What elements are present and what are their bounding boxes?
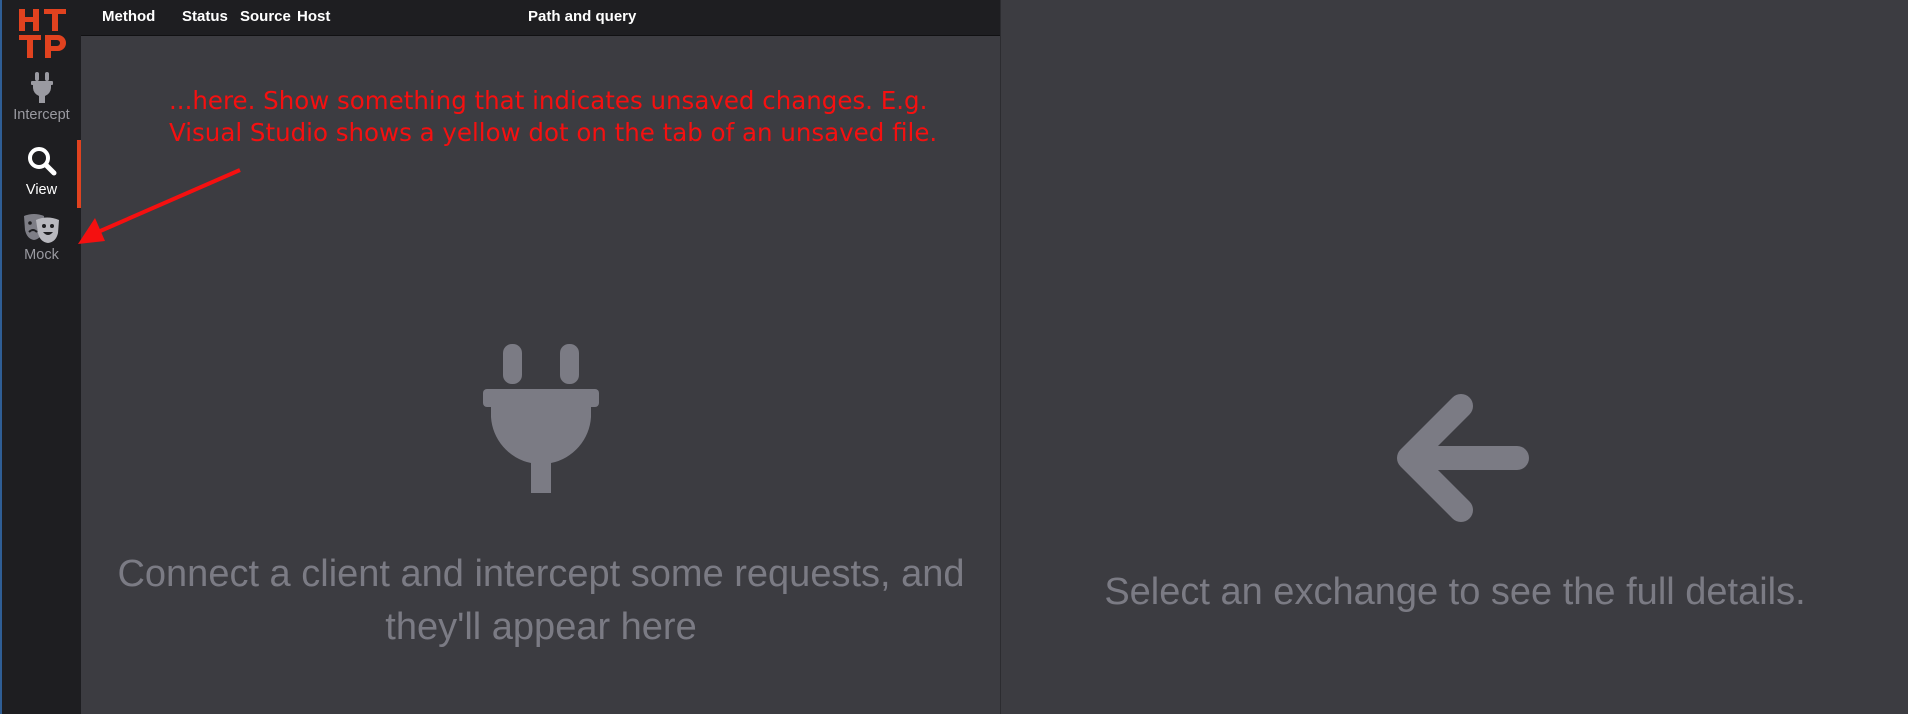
exchange-details-pane: Select an exchange to see the full detai…	[1000, 0, 1908, 714]
column-header-path[interactable]: Path and query	[528, 8, 636, 25]
app-window: Intercept View Mock Method Status Source…	[0, 0, 1908, 714]
empty-details-message: Select an exchange to see the full detai…	[1104, 571, 1806, 613]
sidebar: Intercept View Mock	[0, 0, 81, 714]
arrow-left-icon	[1397, 394, 1529, 522]
app-logo	[19, 9, 66, 58]
plug-icon	[30, 72, 53, 103]
annotation-line: Visual Studio shows a yellow dot on the …	[169, 118, 938, 147]
plug-icon	[483, 344, 599, 493]
empty-list-message: Connect a client and intercept some requ…	[117, 553, 965, 648]
search-icon	[27, 147, 56, 176]
column-header-source[interactable]: Source	[240, 8, 291, 25]
sidebar-item-view[interactable]: View	[2, 140, 81, 208]
theater-masks-icon	[23, 214, 59, 243]
sidebar-item-label: Mock	[24, 247, 59, 263]
annotation-text: ...here. Show something that indicates u…	[169, 85, 937, 149]
annotation-line: ...here. Show something that indicates u…	[169, 86, 928, 115]
sidebar-item-mock[interactable]: Mock	[2, 212, 81, 280]
column-header-status[interactable]: Status	[182, 8, 228, 25]
sidebar-item-intercept[interactable]: Intercept	[2, 70, 81, 138]
column-header-host[interactable]: Host	[297, 8, 330, 25]
table-header: Method Status Source Host Path and query	[81, 0, 1000, 36]
sidebar-item-label: View	[25, 182, 58, 198]
sidebar-item-label: Intercept	[13, 107, 70, 123]
column-header-method[interactable]: Method	[102, 8, 155, 25]
